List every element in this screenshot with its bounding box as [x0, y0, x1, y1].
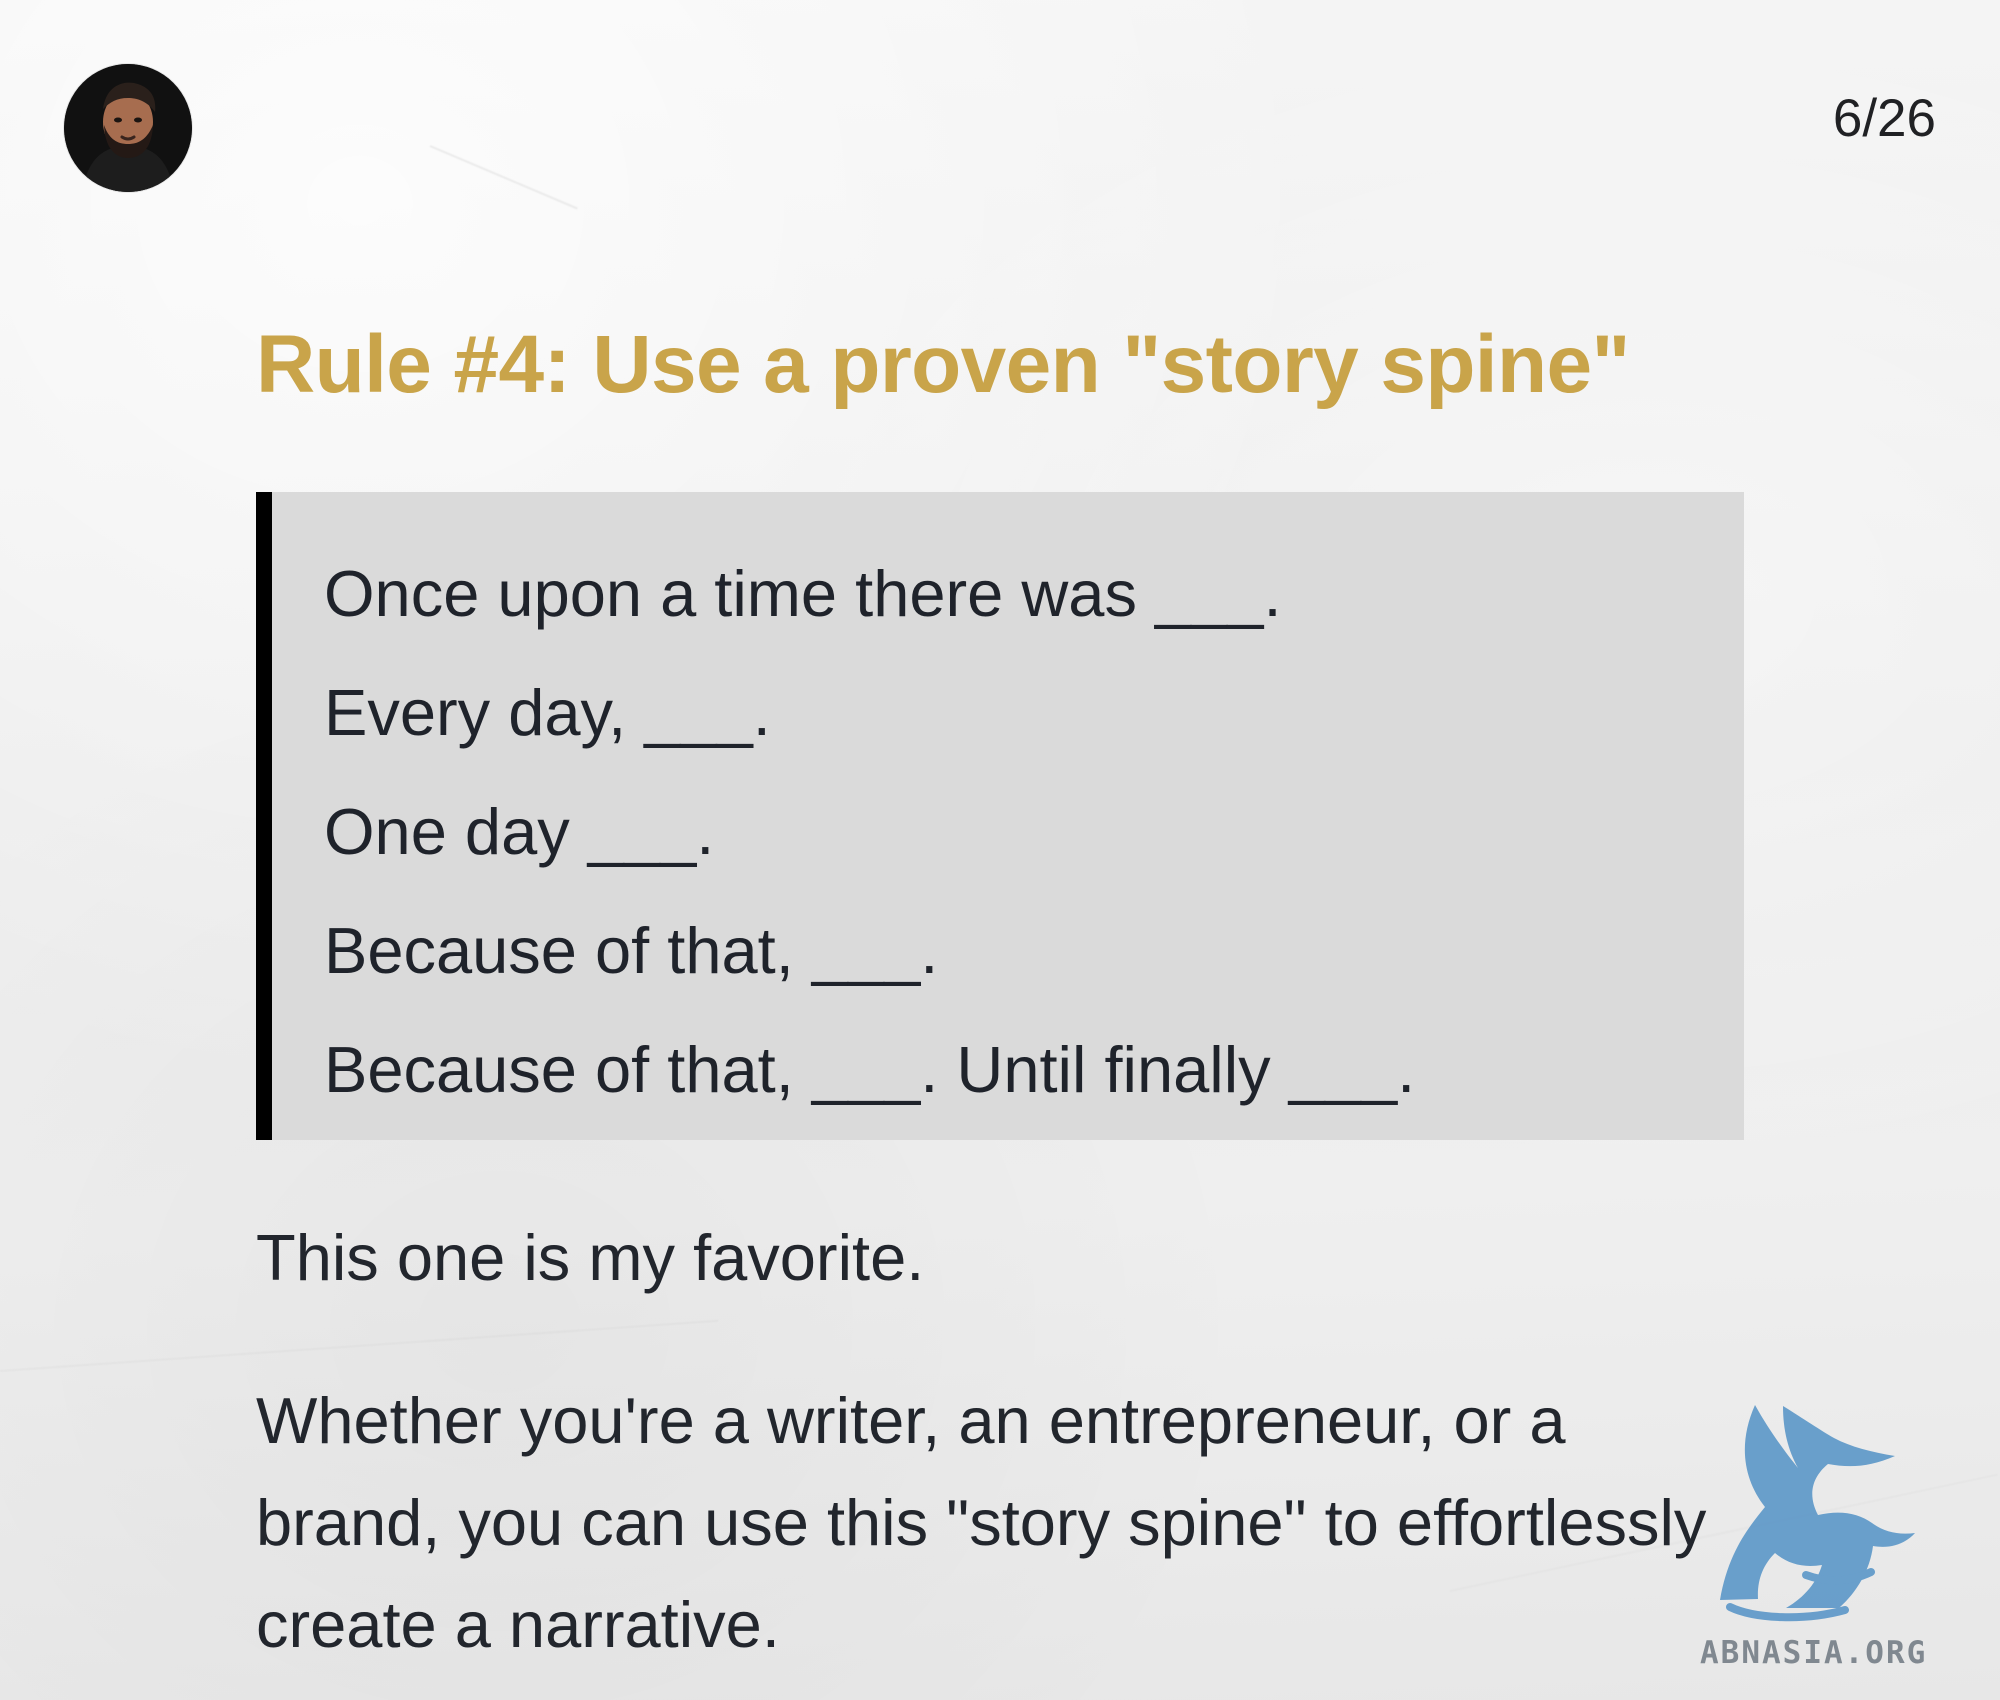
watermark-text: ABNASIA.ORG	[1700, 1635, 1928, 1671]
paper-crease	[429, 145, 578, 210]
griffin-icon	[1720, 1405, 1915, 1622]
paper-crease	[0, 1319, 719, 1372]
story-spine-line: Once upon a time there was ___.	[324, 557, 1282, 630]
story-spine-line: One day ___.	[324, 795, 715, 868]
watermark: ABNASIA.ORG	[1700, 1395, 2000, 1695]
story-spine-lines: Once upon a time there was ___. Every da…	[324, 534, 1704, 1129]
avatar	[64, 64, 192, 192]
quote-accent-bar	[256, 492, 272, 1140]
body-paragraph: Whether you're a writer, an entrepreneur…	[256, 1384, 1707, 1661]
page-title: Rule #4: Use a proven "story spine"	[256, 319, 1630, 410]
favorite-statement: This one is my favorite.	[256, 1221, 925, 1294]
page-indicator: 6/26	[1832, 89, 1936, 148]
story-spine-quote: Once upon a time there was ___. Every da…	[256, 492, 1744, 1140]
story-spine-line: Every day, ___.	[324, 676, 771, 749]
story-spine-line: Because of that, ___.	[324, 914, 939, 987]
story-spine-line: Because of that, ___. Until finally ___.	[324, 1033, 1416, 1106]
